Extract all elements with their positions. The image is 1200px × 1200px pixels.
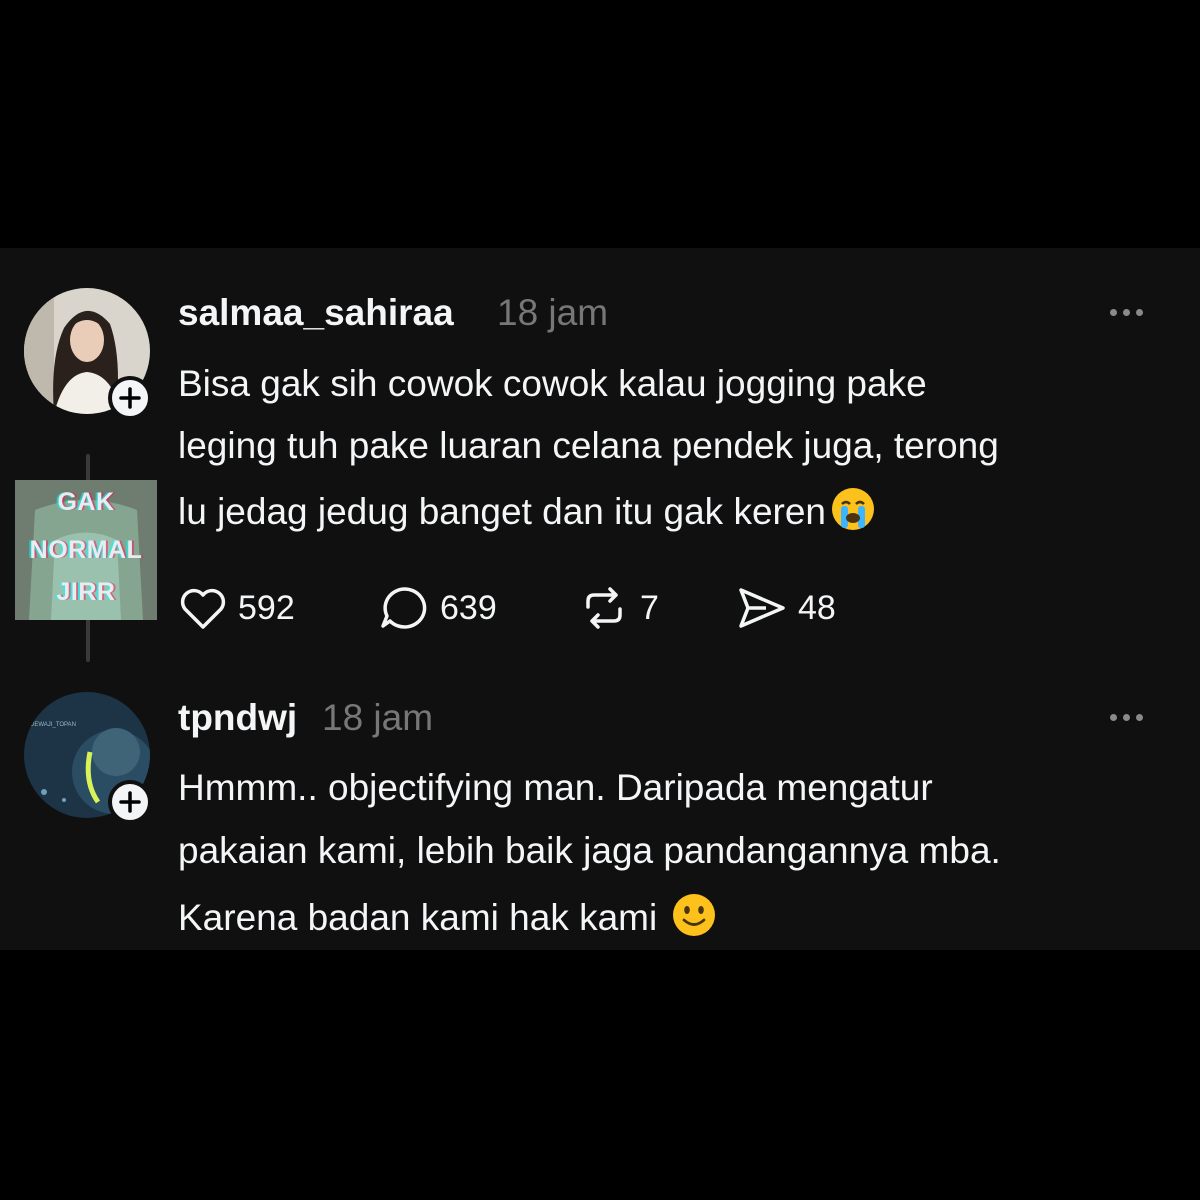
post-time: 18 jam (322, 697, 434, 738)
dot (1123, 714, 1130, 721)
like-count: 592 (238, 588, 295, 627)
comment-count: 639 (440, 588, 497, 627)
post-text-line: Bisa gak sih cowok cowok kalau jogging p… (178, 363, 927, 404)
post-text-line: Hmmm.. objectifying man. Daripada mengat… (178, 767, 933, 808)
post-text: Karena badan kami hak kami (178, 897, 658, 938)
watermark-line-1: GAK (57, 488, 115, 516)
username[interactable]: tpndwj (178, 697, 297, 739)
more-options-button[interactable] (1110, 309, 1143, 316)
follow-plus-button[interactable] (108, 780, 152, 824)
post-text-line-with-emoji: lu jedag jedug banget dan itu gak keren (178, 486, 876, 534)
dot (1110, 714, 1117, 721)
loudly-crying-face-icon (832, 488, 875, 530)
watermark-line-3: JIRR (56, 578, 116, 606)
plus-icon (119, 387, 141, 409)
post-text-line-with-emoji: Karena badan kami hak kami (178, 892, 717, 940)
dot (1136, 714, 1143, 721)
post-time: 18 jam (497, 292, 609, 333)
repost-button[interactable]: 7 (578, 585, 659, 631)
post-text-line: leging tuh pake luaran celana pendek jug… (178, 425, 999, 466)
share-button[interactable]: 48 (736, 585, 836, 631)
watermark-logo: GAK NORMAL JIRR (15, 480, 157, 620)
follow-plus-button[interactable] (108, 376, 152, 420)
like-button[interactable]: 592 (178, 585, 295, 631)
plus-icon (119, 791, 141, 813)
dot (1136, 309, 1143, 316)
more-options-button[interactable] (1110, 714, 1143, 721)
repost-count: 7 (640, 588, 659, 627)
avatar-caption: DEWAJI_TOPAN (30, 722, 76, 728)
share-count: 48 (798, 588, 836, 627)
send-icon (739, 588, 785, 628)
heart-icon (180, 588, 226, 629)
comment-bubble-icon (381, 587, 427, 629)
post-text: lu jedag jedug banget dan itu gak keren (178, 491, 827, 532)
post-text-line: pakaian kami, lebih baik jaga pandangann… (178, 830, 1001, 871)
watermark-line-2: NORMAL (29, 536, 143, 564)
slightly-smiling-face-icon (673, 894, 716, 936)
dot (1123, 309, 1130, 316)
repost-icon (586, 587, 622, 629)
dot (1110, 309, 1117, 316)
username[interactable]: salmaa_sahiraa (178, 292, 454, 334)
comment-button[interactable]: 639 (378, 585, 497, 631)
